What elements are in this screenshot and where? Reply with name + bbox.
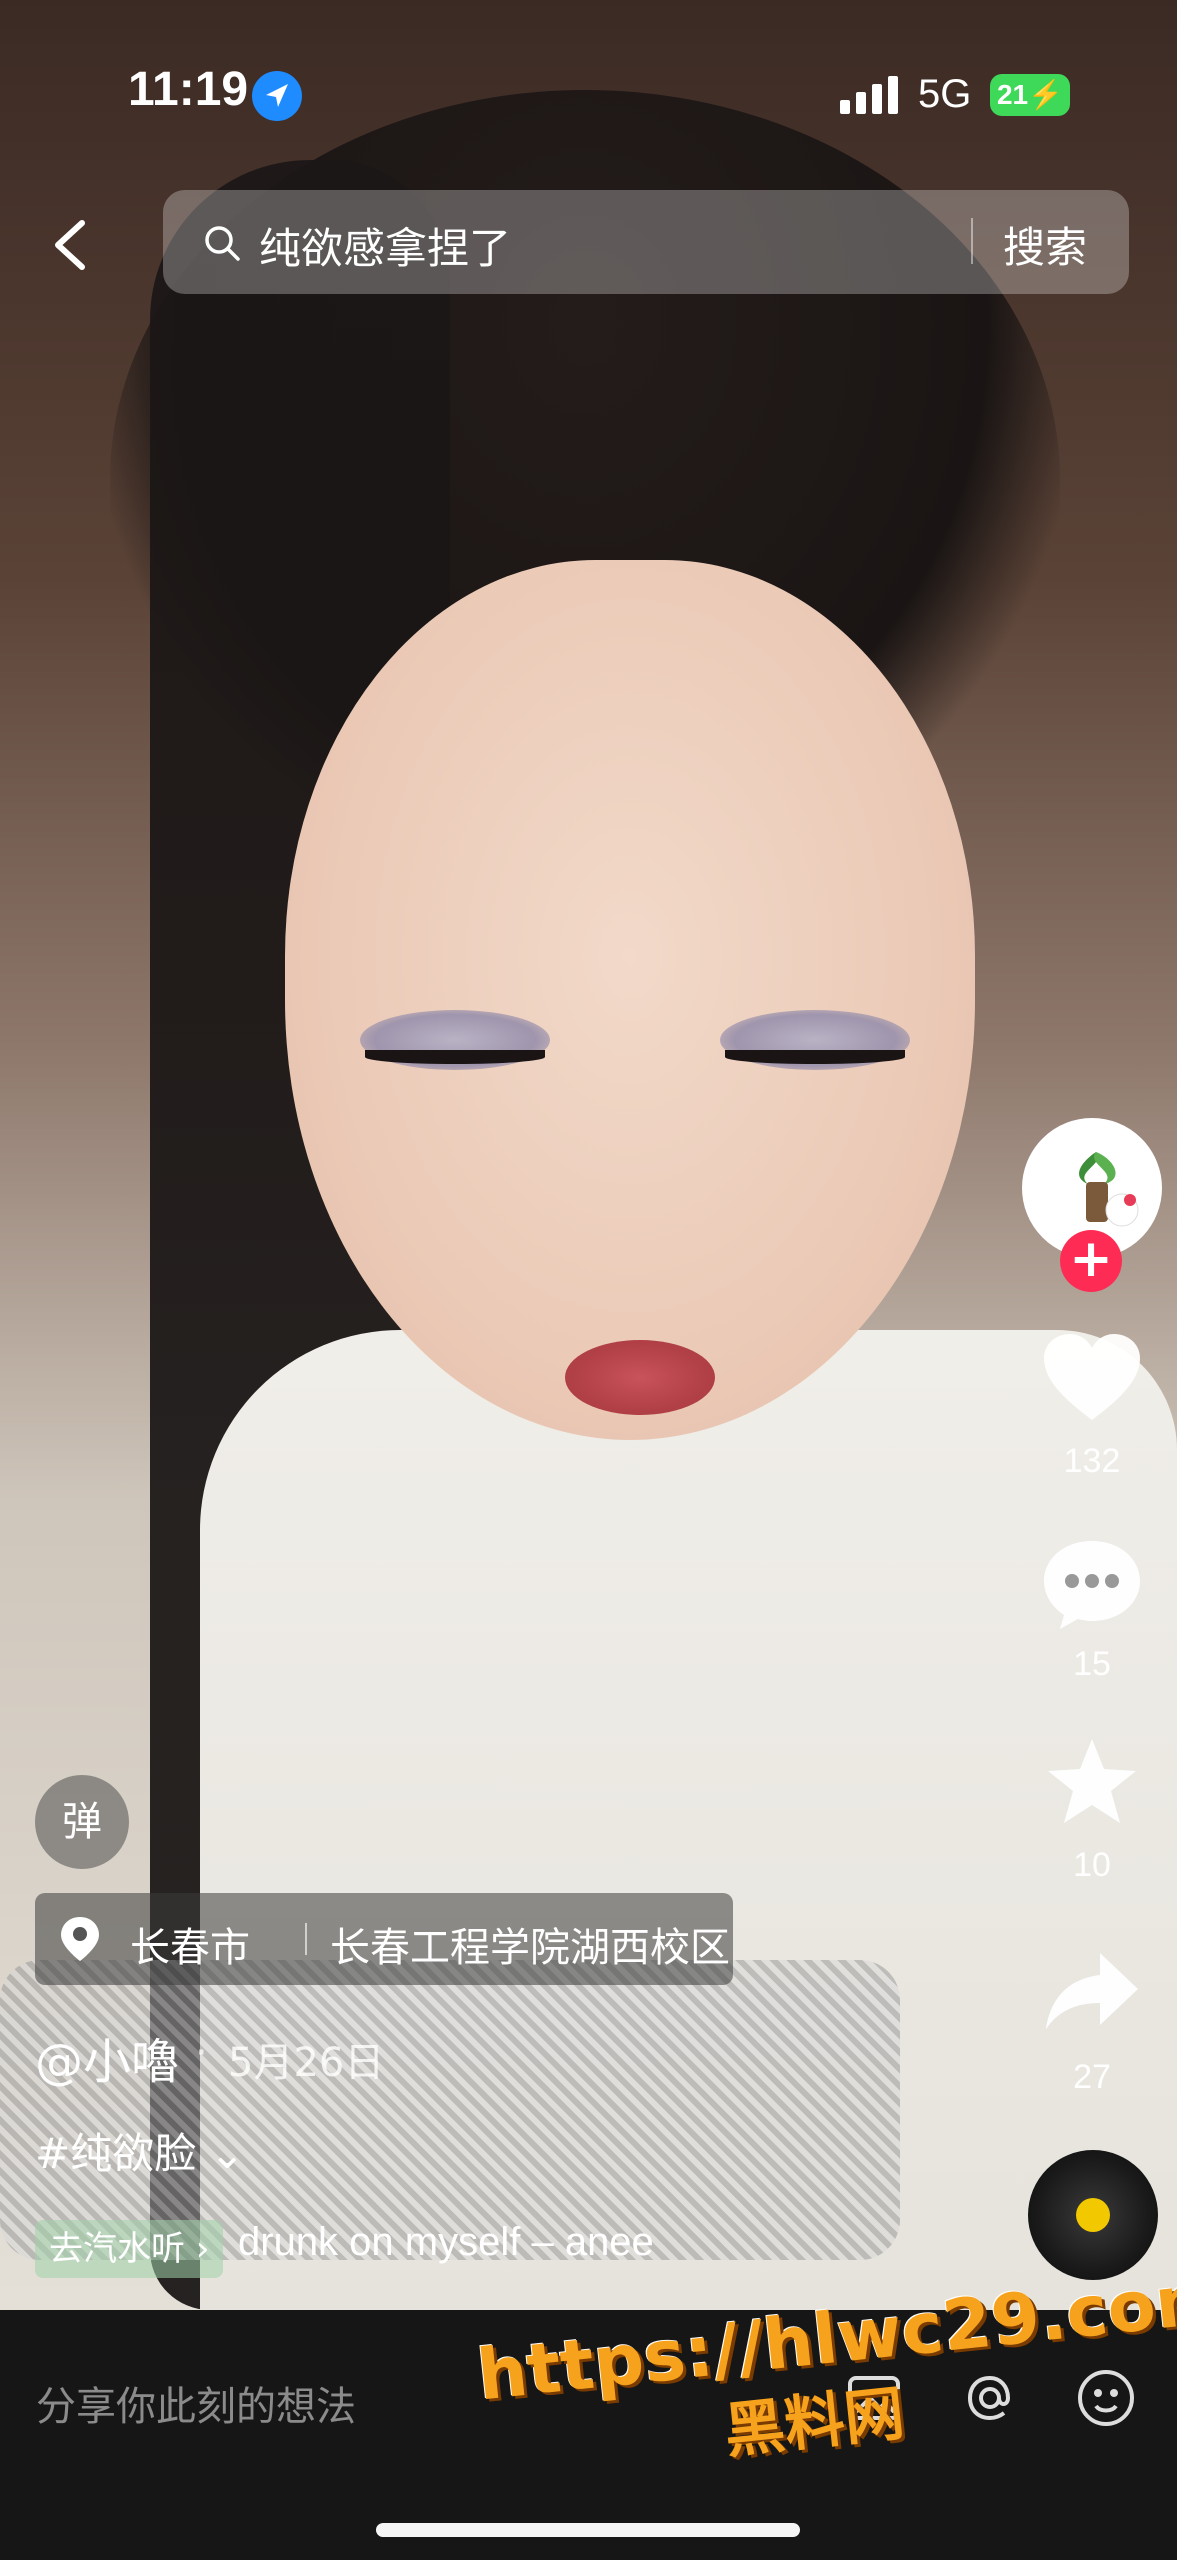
- comment-input[interactable]: 分享你此刻的想法: [36, 2374, 356, 2432]
- location-chip[interactable]: 长春市 长春工程学院湖西校区: [35, 1893, 733, 1985]
- chevron-down-icon[interactable]: ⌄: [210, 2129, 245, 2178]
- music-title[interactable]: drunk on myself – anee: [238, 2220, 654, 2265]
- location-city: 长春市: [130, 1925, 250, 1971]
- music-app-tag[interactable]: 去汽水听 ›: [35, 2220, 224, 2278]
- photo-sequin-pattern: [0, 1960, 900, 2260]
- search-divider: [971, 218, 973, 264]
- location-divider: [305, 1923, 307, 1955]
- search-query[interactable]: 纯欲感拿捏了: [259, 215, 511, 276]
- hashtag-text[interactable]: #纯欲脸: [35, 2129, 196, 2178]
- music-disc-icon[interactable]: [1028, 2150, 1158, 2280]
- star-icon[interactable]: [1040, 1735, 1144, 1831]
- share-count: 27: [1073, 2058, 1111, 2096]
- danmu-toggle-button[interactable]: 弹: [35, 1775, 129, 1869]
- status-time: 11:19: [128, 63, 249, 116]
- search-button[interactable]: 搜索: [1003, 214, 1087, 275]
- photo-lips: [565, 1340, 715, 1415]
- status-bar: 11:19 5G 21⚡: [0, 0, 1177, 190]
- favorite-count: 10: [1073, 1846, 1111, 1884]
- share-icon[interactable]: [1040, 1945, 1144, 2041]
- hashtag[interactable]: #纯欲脸 ⌄: [35, 2120, 245, 2181]
- battery-icon: 21⚡: [990, 74, 1070, 116]
- music-app-tag-label[interactable]: 去汽水听: [49, 2229, 185, 2269]
- location-place: 长春工程学院湖西校区: [330, 1925, 730, 1971]
- search-icon: [203, 224, 241, 262]
- chevron-right-icon: ›: [195, 2229, 210, 2269]
- photo-lash-right: [725, 1050, 905, 1064]
- comment-count: 15: [1073, 1645, 1111, 1683]
- like-count: 132: [1063, 1442, 1121, 1480]
- home-indicator[interactable]: [376, 2523, 800, 2537]
- signal-icon: [840, 74, 900, 114]
- photo-face: [285, 560, 975, 1440]
- follow-button[interactable]: +: [1060, 1230, 1122, 1292]
- battery-level: 21: [996, 79, 1029, 110]
- location-pin-icon: [59, 1915, 101, 1963]
- back-icon[interactable]: [42, 215, 98, 275]
- location-arrow-icon: [252, 71, 302, 121]
- author-date-separator: ·: [195, 2030, 208, 2076]
- photo-lash-left: [365, 1050, 545, 1064]
- comment-icon[interactable]: [1040, 1535, 1144, 1631]
- post-date: 5月26日: [228, 2040, 385, 2086]
- search-bar[interactable]: 纯欲感拿捏了 搜索: [163, 190, 1129, 294]
- heart-icon[interactable]: [1040, 1330, 1144, 1426]
- author-name[interactable]: @小嚕: [35, 2022, 179, 2092]
- network-type: 5G: [918, 72, 972, 116]
